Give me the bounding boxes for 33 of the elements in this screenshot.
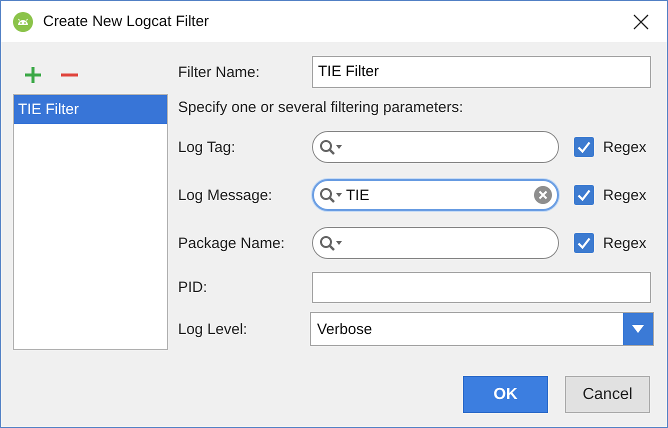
clear-icon[interactable] bbox=[533, 185, 553, 205]
regex-checkbox[interactable] bbox=[574, 233, 594, 253]
field-label: PID: bbox=[178, 279, 208, 296]
search-icon[interactable] bbox=[319, 186, 342, 204]
instruction-text: Specify one or several filtering parameters: bbox=[178, 98, 464, 118]
input-field[interactable] bbox=[312, 272, 651, 303]
remove-icon[interactable] bbox=[61, 73, 78, 77]
field-label: Log Message: bbox=[178, 186, 274, 204]
close-icon[interactable] bbox=[633, 14, 649, 30]
checkbox-label: Regex bbox=[603, 138, 646, 156]
checkbox-label: Regex bbox=[603, 234, 646, 252]
dropdown[interactable]: Verbose bbox=[310, 312, 654, 346]
regex-checkbox[interactable] bbox=[574, 137, 594, 157]
robot-head-icon bbox=[13, 12, 33, 32]
search-icon[interactable] bbox=[319, 138, 342, 156]
search-field[interactable] bbox=[312, 131, 559, 163]
caret-icon[interactable] bbox=[632, 325, 644, 333]
field-label: Log Level: bbox=[178, 320, 248, 338]
field-label: Log Tag: bbox=[178, 138, 236, 156]
search-field[interactable] bbox=[312, 227, 559, 259]
search-field[interactable]: TIE bbox=[312, 179, 559, 211]
filter-item[interactable]: TIE Filter bbox=[14, 95, 167, 124]
search-icon[interactable] bbox=[319, 234, 342, 252]
dialog-button[interactable]: Cancel bbox=[565, 376, 650, 413]
window-title: Create New Logcat Filter bbox=[43, 13, 210, 30]
field-label: Filter Name: bbox=[178, 64, 261, 80]
dialog-button[interactable]: OK bbox=[463, 376, 548, 413]
regex-checkbox[interactable] bbox=[574, 185, 594, 205]
field-value: TIE bbox=[346, 186, 370, 204]
field-label: Package Name: bbox=[178, 234, 286, 252]
checkbox-label: Regex bbox=[603, 186, 646, 204]
add-icon[interactable] bbox=[25, 67, 41, 83]
input-field[interactable]: TIE Filter bbox=[312, 56, 651, 88]
